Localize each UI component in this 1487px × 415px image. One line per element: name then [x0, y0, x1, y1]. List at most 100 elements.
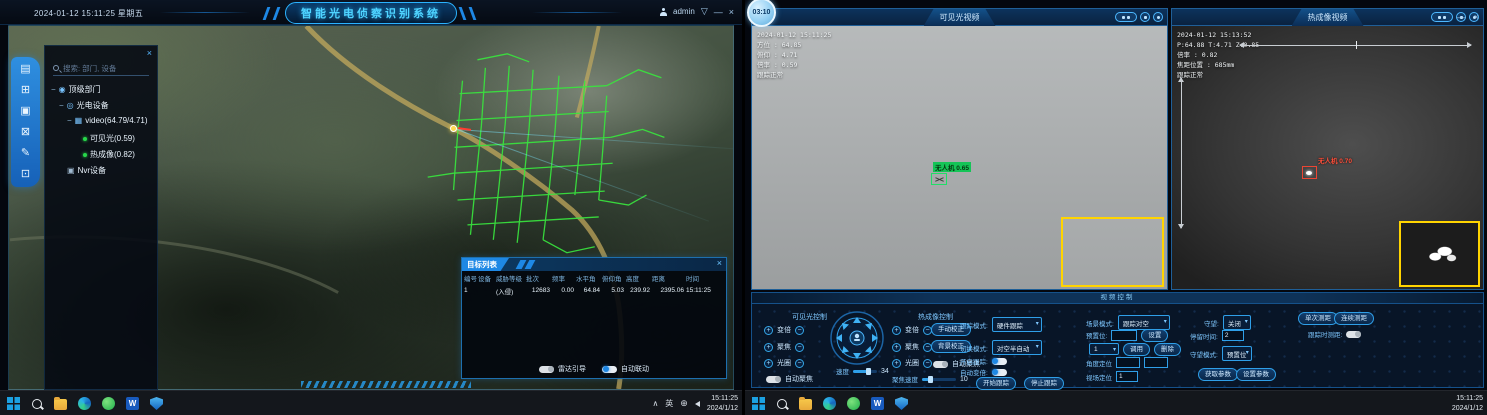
thermal-focus-near-button[interactable] — [892, 343, 901, 352]
visible-video-frame[interactable]: 2024-01-12 15:11:25 方位 : 64.85 俯仰 : 4.71… — [752, 26, 1167, 289]
taskbar-clock[interactable]: 15:11:25 2024/1/12 — [1452, 394, 1483, 412]
share-icon[interactable] — [21, 127, 30, 138]
watch-select[interactable]: 关闭 — [1223, 315, 1251, 330]
tree-item-visible-channel[interactable]: 可见光(0.59) — [83, 133, 135, 144]
file-explorer-icon[interactable] — [799, 399, 812, 410]
switch-mode-select[interactable]: 对空半自动 — [992, 340, 1042, 355]
minimize-button[interactable]: — — [714, 7, 723, 17]
tree-item-label[interactable]: 光电设备 — [77, 100, 109, 111]
thermal-autofocus-toggle[interactable] — [933, 361, 948, 368]
security-app-icon[interactable] — [150, 397, 163, 410]
word-app-icon[interactable] — [126, 397, 139, 410]
visible-autofocus-toggle[interactable] — [766, 376, 781, 383]
speed-slider[interactable] — [853, 370, 877, 373]
org-tree-icon[interactable] — [21, 85, 30, 96]
target-table-row[interactable]: 1 (入侵) 12683 0.00 64.84 5.03 239.92 2395… — [462, 284, 726, 297]
measure-icon[interactable] — [21, 148, 30, 159]
auto-zoom-toggle[interactable] — [992, 369, 1007, 376]
tree-item-nvr[interactable]: Nvr设备 — [67, 165, 106, 176]
user-menu-caret-icon[interactable]: ▽ — [701, 6, 708, 17]
continuous-ranging-button[interactable]: 连续测距 — [1334, 312, 1374, 325]
focus-far-button[interactable] — [795, 343, 804, 352]
start-tracking-button[interactable]: 开始跟踪 — [976, 377, 1016, 390]
device-list-icon[interactable] — [20, 64, 30, 75]
camera-location-marker[interactable] — [450, 125, 457, 132]
zoom-in-button[interactable] — [764, 326, 773, 335]
pip-pill-icon[interactable] — [1431, 12, 1453, 22]
taskbar-search-icon[interactable] — [31, 398, 43, 410]
search-input[interactable] — [63, 64, 147, 73]
ime-indicator[interactable]: 英 — [665, 398, 673, 409]
tracking-mode-select[interactable]: 硬件跟踪 — [992, 317, 1042, 332]
auto-link-toggle[interactable] — [602, 366, 617, 373]
close-button[interactable]: × — [1474, 12, 1479, 22]
stop-tracking-button[interactable]: 停止跟踪 — [1024, 377, 1064, 390]
thermal-iris-close-button[interactable] — [923, 359, 932, 368]
focus-near-button[interactable] — [764, 343, 773, 352]
watch-mode-select[interactable]: 预置位 — [1222, 346, 1252, 361]
pip-zoom-window[interactable] — [1061, 217, 1164, 287]
thermal-iris-open-button[interactable] — [892, 359, 901, 368]
tree-item-label[interactable]: video(64.79/4.71) — [85, 116, 147, 125]
thermal-video-frame[interactable]: 2024-01-12 15:13:52 P:64.88 T:4.71 Z:0.8… — [1172, 26, 1483, 289]
tree-item-video[interactable]: video(64.79/4.71) — [67, 116, 148, 125]
taskbar-search-icon[interactable] — [776, 398, 788, 410]
start-button-icon[interactable] — [7, 397, 20, 410]
set-params-button[interactable]: 设置参数 — [1236, 368, 1276, 381]
pan-angle-input[interactable] — [1116, 357, 1140, 368]
scene-mode-select[interactable]: 跟踪对空 — [1118, 315, 1170, 330]
minimize-button[interactable]: — — [1457, 12, 1466, 22]
record-icon[interactable] — [1153, 12, 1163, 22]
start-button-icon[interactable] — [752, 397, 765, 410]
edge-browser-icon[interactable] — [823, 397, 836, 410]
pip-pill-icon[interactable] — [1115, 12, 1137, 22]
taskbar-clock[interactable]: 15:11:25 2024/1/12 — [707, 394, 738, 412]
collapse-icon[interactable] — [67, 116, 72, 125]
security-app-icon[interactable] — [895, 397, 908, 410]
speaker-icon[interactable] — [695, 401, 700, 407]
tree-item-optronics[interactable]: 光电设备 — [59, 100, 109, 111]
green-app-icon[interactable] — [102, 397, 115, 410]
get-params-button[interactable]: 获取参数 — [1198, 368, 1238, 381]
tilt-angle-input[interactable] — [1144, 357, 1168, 368]
enable-tracking-toggle[interactable] — [992, 358, 1007, 365]
collapse-icon[interactable] — [51, 85, 56, 94]
zoom-out-button[interactable] — [795, 326, 804, 335]
username[interactable]: admin — [673, 7, 695, 16]
tree-item-label[interactable]: 热成像(0.82) — [90, 149, 135, 160]
network-icon[interactable]: ⊕ — [680, 398, 688, 409]
green-app-icon[interactable] — [847, 397, 860, 410]
file-explorer-icon[interactable] — [54, 399, 67, 410]
dwell-time-input[interactable] — [1222, 330, 1244, 341]
snapshot-icon[interactable] — [1140, 12, 1150, 22]
ptz-joystick[interactable] — [829, 310, 885, 366]
pip-zoom-window[interactable] — [1399, 221, 1480, 287]
tree-item-label[interactable]: 顶级部门 — [69, 84, 101, 95]
close-icon[interactable]: × — [147, 48, 152, 58]
preset-name-input[interactable] — [1111, 330, 1137, 341]
word-app-icon[interactable] — [871, 397, 884, 410]
snapshot-gallery-icon[interactable] — [20, 106, 30, 117]
tree-item-label[interactable]: 可见光(0.59) — [90, 133, 135, 144]
close-button[interactable]: × — [729, 7, 734, 17]
tree-item-department[interactable]: 顶级部门 — [51, 84, 101, 95]
collapse-icon[interactable] — [59, 101, 64, 110]
preset-call-button[interactable]: 调用 — [1123, 343, 1150, 356]
focus-speed-slider[interactable] — [922, 378, 956, 381]
thermal-zoom-in-button[interactable] — [892, 326, 901, 335]
ranging-while-tracking-toggle[interactable] — [1346, 331, 1361, 338]
single-ranging-button[interactable]: 单次测距 — [1298, 312, 1338, 325]
iris-open-button[interactable] — [764, 359, 773, 368]
tree-item-label[interactable]: Nvr设备 — [78, 165, 106, 176]
close-icon[interactable]: × — [717, 258, 722, 268]
fov-position-input[interactable] — [1116, 371, 1138, 382]
tray-expand-icon[interactable]: ∧ — [652, 399, 658, 408]
radar-guide-toggle[interactable] — [539, 366, 554, 373]
tree-item-thermal-channel[interactable]: 热成像(0.82) — [83, 149, 135, 160]
record-icon[interactable] — [21, 169, 30, 180]
preset-delete-button[interactable]: 删除 — [1154, 343, 1181, 356]
preset-set-button[interactable]: 设置 — [1141, 329, 1168, 342]
iris-close-button[interactable] — [795, 359, 804, 368]
edge-browser-icon[interactable] — [78, 397, 91, 410]
preset-number-select[interactable]: 1 — [1089, 343, 1119, 355]
